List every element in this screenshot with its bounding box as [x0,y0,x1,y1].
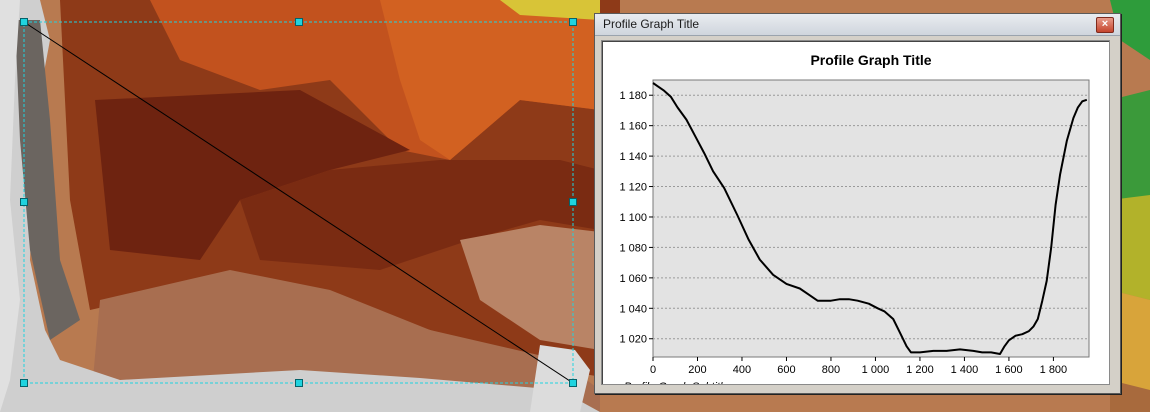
graph-frame: Profile Graph Title 1 020 1 040 1 060 1 080 1… [601,40,1110,385]
chart-title: Profile Graph Title [810,52,931,68]
x-tick-label: 800 [822,364,840,376]
x-tick-label: 1 000 [862,364,890,376]
close-icon: × [1101,18,1109,30]
selection-handle-bottom-left[interactable] [20,379,28,387]
x-tick-label: 0 [650,364,656,376]
x-tick-label: 600 [777,364,795,376]
y-tick-label: 1 100 [619,212,647,224]
x-tick-label: 1 600 [995,364,1023,376]
selection-handle-top-right[interactable] [569,18,577,26]
plot-area [652,79,1090,358]
x-tick-label: 1 800 [1040,364,1068,376]
y-tick-label: 1 080 [619,242,647,254]
y-tick-label: 1 180 [619,90,647,102]
selection-handle-bottom-center[interactable] [295,379,303,387]
selection-handle-middle-right[interactable] [569,198,577,206]
profile-graph-window[interactable]: Profile Graph Title × Profile Graph Titl… [594,13,1121,394]
x-tick-label: 200 [688,364,706,376]
x-tick-label: 400 [733,364,751,376]
selection-handle-bottom-right[interactable] [569,379,577,387]
y-tick-label: 1 020 [619,334,647,346]
window-titlebar[interactable]: Profile Graph Title × [595,14,1120,36]
x-tick-label: 1 400 [951,364,979,376]
profile-chart: Profile Graph Title 1 020 1 040 1 060 1 080 1… [619,52,1090,384]
y-tick-label: 1 120 [619,182,647,194]
selection-handle-top-left[interactable] [20,18,28,26]
chart-subtitle: Profile Graph Subtitle [624,381,729,384]
y-tick-label: 1 060 [619,273,647,285]
y-tick-label: 1 160 [619,121,647,133]
selection-handle-middle-left[interactable] [20,198,28,206]
x-tick-label: 1 200 [906,364,934,376]
window-title: Profile Graph Title [603,17,700,31]
selection-handle-top-center[interactable] [295,18,303,26]
y-tick-label: 1 140 [619,151,647,163]
y-tick-label: 1 040 [619,303,647,315]
close-button[interactable]: × [1096,17,1114,33]
